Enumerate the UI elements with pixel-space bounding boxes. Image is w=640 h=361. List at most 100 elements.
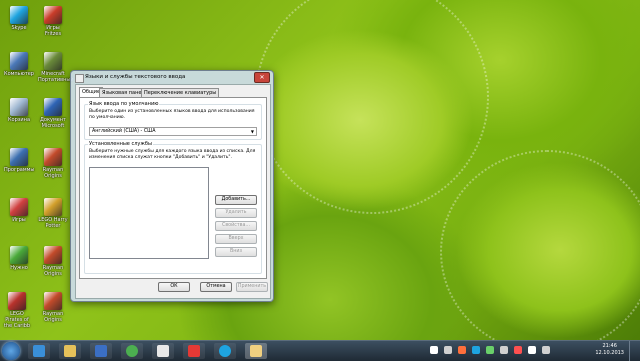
app-icon [10, 52, 28, 70]
desktop-icon[interactable]: Minecraft Портативный [38, 52, 74, 83]
app-icon [10, 148, 28, 166]
app-icon [44, 6, 62, 24]
tray-icon[interactable] [458, 346, 466, 354]
app-icon [8, 292, 26, 310]
desktop-icon-label: Rayman Origins [42, 167, 64, 179]
wallpaper-petal-edge [440, 150, 640, 340]
taskbar-button[interactable] [214, 343, 236, 359]
clock-date: 12.10.2013 [595, 350, 624, 356]
desktop-icon[interactable]: LEGO Pirates of the Caribb [2, 292, 32, 329]
desktop-icon-label: Программы [4, 167, 35, 173]
taskbar-button[interactable] [121, 343, 143, 359]
app-icon [44, 246, 62, 264]
tray-icon[interactable] [486, 346, 494, 354]
media-player-icon [95, 345, 107, 357]
desktop-icon-label: Rayman Origins [42, 265, 64, 277]
desktop-icon-label: Нужно [10, 265, 28, 271]
desktop-icon[interactable]: Корзина [4, 98, 34, 123]
desktop-icon[interactable]: LEGO Harry Potter [38, 198, 68, 229]
move-up-button[interactable]: Вверх [215, 234, 257, 244]
desktop-icon[interactable]: Игры [4, 198, 34, 223]
desktop: Skype Игры Fritzes Компьютер Minecraft Порт… [0, 0, 640, 340]
desktop-icon[interactable]: Нужно [4, 246, 34, 271]
tray-icon[interactable] [500, 346, 508, 354]
general-panel: Язык ввода по умолчанию Выберите один из… [79, 97, 267, 279]
app-icon [10, 6, 28, 24]
desktop-icon[interactable]: Skype [4, 6, 34, 31]
wallpaper-petal-edge [255, 0, 489, 214]
app-icon [10, 198, 28, 216]
tray-icon[interactable] [444, 346, 452, 354]
taskbar-button[interactable] [90, 343, 112, 359]
start-button[interactable] [2, 342, 20, 360]
tray-icon[interactable] [472, 346, 480, 354]
tray-icon[interactable] [514, 346, 522, 354]
installed-services-label: Установленные службы [88, 141, 153, 147]
close-button[interactable]: ✕ [254, 72, 270, 83]
move-down-button[interactable]: Вниз [215, 247, 257, 257]
tray-icon[interactable] [430, 346, 438, 354]
tray-icon[interactable] [542, 346, 550, 354]
default-language-label: Язык ввода по умолчанию [88, 101, 160, 107]
clock-time: 21:46 [602, 343, 617, 349]
folder-icon [64, 345, 76, 357]
tab-keyboard-switch[interactable]: Переключение клавиатуры [141, 88, 220, 97]
default-language-value: Английский (США) - США [92, 129, 156, 134]
default-language-description: Выберите один из установленных языков вв… [89, 109, 255, 120]
desktop-icon-label: Игры Fritzes [44, 25, 62, 37]
dialog-title: Языки и службы текстового ввода [85, 74, 186, 80]
default-language-select[interactable]: Английский (США) - США ▼ [89, 127, 257, 136]
desktop-icon[interactable]: Rayman Origins [38, 246, 68, 277]
desktop-icon[interactable]: Игры Fritzes [38, 6, 68, 37]
installed-services-group: Установленные службы Выберите нужные слу… [84, 141, 262, 274]
app-icon [44, 198, 62, 216]
desktop-icon-label: Skype [11, 25, 27, 31]
desktop-icon[interactable]: Программы [4, 148, 34, 173]
document-icon [157, 345, 169, 357]
cancel-button[interactable]: Отмена [200, 282, 232, 292]
taskbar-button[interactable] [28, 343, 50, 359]
desktop-icon-label: Документ Microsoft [40, 117, 66, 129]
taskbar-button[interactable] [183, 343, 205, 359]
ie-icon [33, 345, 45, 357]
add-button[interactable]: Добавить... [215, 195, 257, 205]
taskbar-button[interactable] [152, 343, 174, 359]
dialog-body: Общие Языковая панель Переключение клави… [75, 84, 271, 299]
desktop-icon-label: Корзина [7, 117, 31, 123]
keyboard-icon [75, 74, 84, 83]
services-list[interactable] [89, 167, 209, 259]
app-icon [44, 98, 62, 116]
desktop-icon-label: Minecraft Портативный [38, 71, 74, 83]
show-desktop-button[interactable] [629, 341, 640, 361]
app-icon [44, 292, 62, 310]
yandex-icon [188, 345, 200, 357]
chevron-down-icon: ▼ [250, 129, 254, 134]
skype-icon [219, 345, 231, 357]
language-dialog: Языки и службы текстового ввода ✕ Общие … [70, 70, 274, 302]
apply-button[interactable]: Применить [236, 282, 268, 292]
desktop-icon[interactable]: Документ Microsoft [38, 98, 68, 129]
desktop-icon[interactable]: Rayman Origins [38, 292, 68, 323]
desktop-icon-label: LEGO Harry Potter [38, 217, 68, 229]
desktop-icon[interactable]: Компьютер [4, 52, 34, 77]
chrome-icon [126, 345, 138, 357]
remove-button[interactable]: Удалить [215, 208, 257, 218]
desktop-icon-label: Rayman Origins [42, 311, 64, 323]
taskbar: 21:46 12.10.2013 [0, 340, 640, 361]
taskbar-button[interactable] [245, 343, 267, 359]
desktop-icon-label: Игры [12, 217, 26, 223]
properties-button[interactable]: Свойства... [215, 221, 257, 231]
language-settings-icon [250, 345, 262, 357]
desktop-icon[interactable]: Rayman Origins [38, 148, 68, 179]
app-icon [10, 98, 28, 116]
desktop-icon-label: Компьютер [4, 71, 34, 77]
tray-icon[interactable] [528, 346, 536, 354]
taskbar-button[interactable] [59, 343, 81, 359]
clock[interactable]: 21:46 12.10.2013 [595, 343, 624, 357]
ok-button[interactable]: ОК [158, 282, 190, 292]
installed-services-description: Выберите нужные службы для каждого языка… [89, 149, 256, 160]
app-icon [44, 52, 62, 70]
desktop-icon-label: LEGO Pirates of the Caribb [3, 311, 31, 329]
app-icon [10, 246, 28, 264]
default-language-group: Язык ввода по умолчанию Выберите один из… [84, 101, 262, 140]
